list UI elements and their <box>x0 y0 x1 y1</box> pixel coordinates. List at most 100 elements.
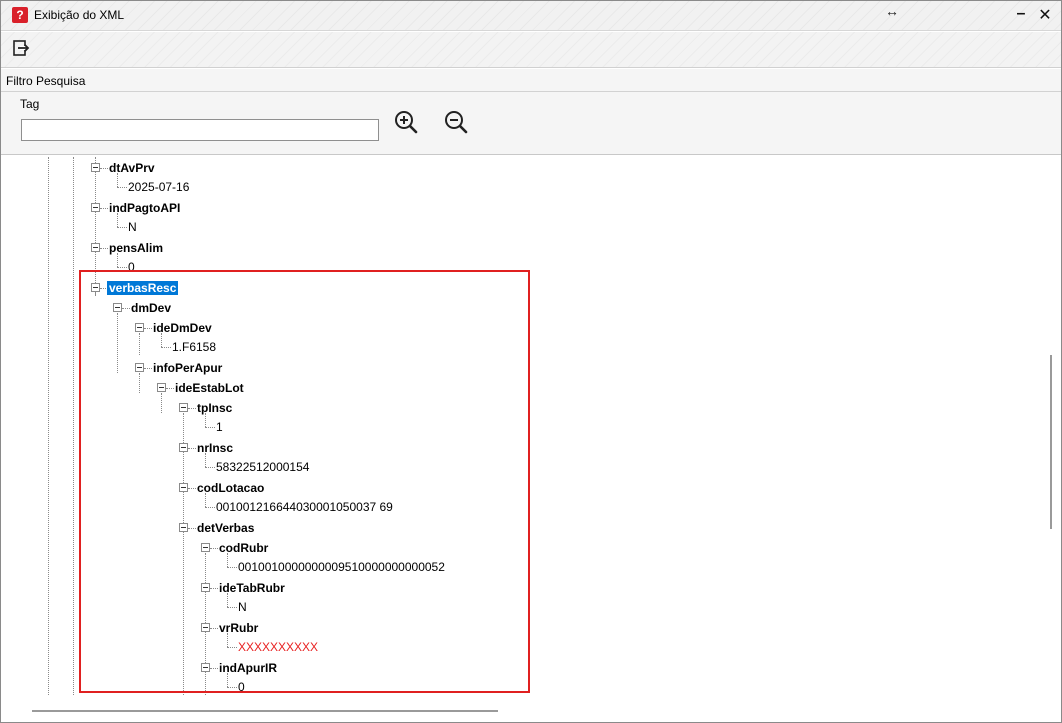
tree-guide-line <box>183 413 184 695</box>
tree-value: 0 <box>128 260 135 274</box>
filter-panel: Filtro Pesquisa Tag <box>1 69 1061 155</box>
vertical-scrollbar[interactable] <box>1050 355 1052 529</box>
resize-icon[interactable]: ↔ <box>885 3 899 19</box>
tree-branch <box>210 668 218 669</box>
collapse-toggle[interactable] <box>157 383 166 392</box>
tree-branch <box>144 328 152 329</box>
collapse-toggle[interactable] <box>91 283 100 292</box>
collapse-toggle[interactable] <box>179 443 188 452</box>
collapse-toggle[interactable] <box>201 623 210 632</box>
tree-value: 2025-07-16 <box>128 180 190 194</box>
tree-node-vrRubr[interactable]: vrRubr <box>219 621 258 635</box>
tree-guide-line <box>95 293 96 295</box>
tree-guide-line <box>227 673 228 687</box>
tree-value: 1.F6158 <box>172 340 217 354</box>
tree-node-tpInsc[interactable]: tpInsc <box>197 401 232 415</box>
horizontal-scrollbar-track <box>8 697 1057 719</box>
zoom-in-button[interactable] <box>393 109 419 135</box>
collapse-toggle[interactable] <box>179 403 188 412</box>
tree-node-codLotacao[interactable]: codLotacao <box>197 481 264 495</box>
tree-guide-line <box>205 453 206 467</box>
exit-button[interactable] <box>12 39 30 57</box>
tree-branch <box>117 267 127 268</box>
tree-guide-line <box>117 213 118 227</box>
tree-branch <box>100 208 108 209</box>
horizontal-scrollbar[interactable] <box>32 710 498 712</box>
collapse-toggle[interactable] <box>201 583 210 592</box>
tree-guide-line <box>117 173 118 187</box>
tree-branch <box>205 467 215 468</box>
collapse-toggle[interactable] <box>201 663 210 672</box>
collapse-toggle[interactable] <box>201 543 210 552</box>
tree-node-ideEstabLot[interactable]: ideEstabLot <box>175 381 244 395</box>
collapse-toggle[interactable] <box>91 203 100 212</box>
tree-branch <box>117 187 127 188</box>
tree-value-masked: XXXXXXXXXX <box>238 640 319 654</box>
tree-branch <box>188 488 196 489</box>
tree-branch <box>205 427 215 428</box>
tree-guide-line <box>227 593 228 607</box>
tree-value: N <box>128 220 137 234</box>
tree-branch <box>210 628 218 629</box>
collapse-toggle[interactable] <box>113 303 122 312</box>
tree-value: 0010010000000009510000000000052 <box>238 560 445 574</box>
tree-node-infoPerApur[interactable]: infoPerApur <box>153 361 222 375</box>
tree-value: 58322512000154 <box>216 460 310 474</box>
zoom-in-icon <box>395 111 418 134</box>
tree-branch <box>100 168 108 169</box>
tree-guide-line <box>205 413 206 427</box>
tree-branch <box>227 687 237 688</box>
tree-node-verbasResc[interactable]: verbasResc <box>107 281 179 295</box>
collapse-toggle[interactable] <box>91 163 100 172</box>
tree-guide-line <box>117 253 118 267</box>
collapse-toggle[interactable] <box>179 523 188 532</box>
tree-branch <box>210 548 218 549</box>
divider <box>1 91 1061 92</box>
tag-search-input[interactable] <box>21 119 379 141</box>
tree-node-dmDev[interactable]: dmDev <box>131 301 171 315</box>
tree-node-indPagtoAPI[interactable]: indPagtoAPI <box>109 201 180 215</box>
collapse-toggle[interactable] <box>135 323 144 332</box>
tree-branch <box>188 448 196 449</box>
tree-branch <box>122 308 130 309</box>
collapse-toggle[interactable] <box>135 363 144 372</box>
tree-guide-line <box>227 633 228 647</box>
tree-branch <box>161 347 171 348</box>
tree-node-dtAvPrv[interactable]: dtAvPrv <box>109 161 155 175</box>
tag-label: Tag <box>20 97 40 111</box>
tree-guide-line <box>227 553 228 567</box>
exit-icon <box>13 40 30 56</box>
tree-guide-line <box>205 493 206 507</box>
collapse-toggle[interactable] <box>91 243 100 252</box>
zoom-out-icon <box>445 111 468 134</box>
tree-guide-line <box>161 393 162 413</box>
tree-value: 0 <box>238 680 245 694</box>
tree-branch <box>188 528 196 529</box>
tree-branch <box>227 647 237 648</box>
minimize-button[interactable]: – <box>1013 5 1029 23</box>
close-button[interactable]: ✕ <box>1037 5 1053 25</box>
app-logo-icon: ? <box>12 7 28 23</box>
tree-branch <box>188 408 196 409</box>
window-title: Exibição do XML <box>34 8 125 22</box>
tree-guide-line <box>139 333 140 355</box>
tree-node-nrInsc[interactable]: nrInsc <box>197 441 233 455</box>
tree-node-ideTabRubr[interactable]: ideTabRubr <box>219 581 285 595</box>
tree-guide-line <box>95 157 96 295</box>
xml-tree-view[interactable]: dtAvPrv 2025-07-16 indPagtoAPI N pensAli… <box>8 157 1057 695</box>
tree-node-detVerbas[interactable]: detVerbas <box>197 521 254 535</box>
tree-branch <box>227 607 237 608</box>
zoom-out-button[interactable] <box>443 109 469 135</box>
tree-branch <box>117 227 127 228</box>
tree-value: 1 <box>216 420 223 434</box>
toolbar <box>1 32 1061 68</box>
collapse-toggle[interactable] <box>179 483 188 492</box>
highlight-annotation-box <box>79 270 530 693</box>
tree-guide-line <box>48 157 49 695</box>
tree-value: 001001216644030001050037 69 <box>216 500 393 514</box>
tree-guide-line <box>117 313 118 373</box>
tree-branch <box>144 368 152 369</box>
tree-guide-line <box>161 333 162 347</box>
title-bar[interactable]: ? Exibição do XML ↔ – ✕ <box>1 1 1061 31</box>
tree-branch <box>227 567 237 568</box>
